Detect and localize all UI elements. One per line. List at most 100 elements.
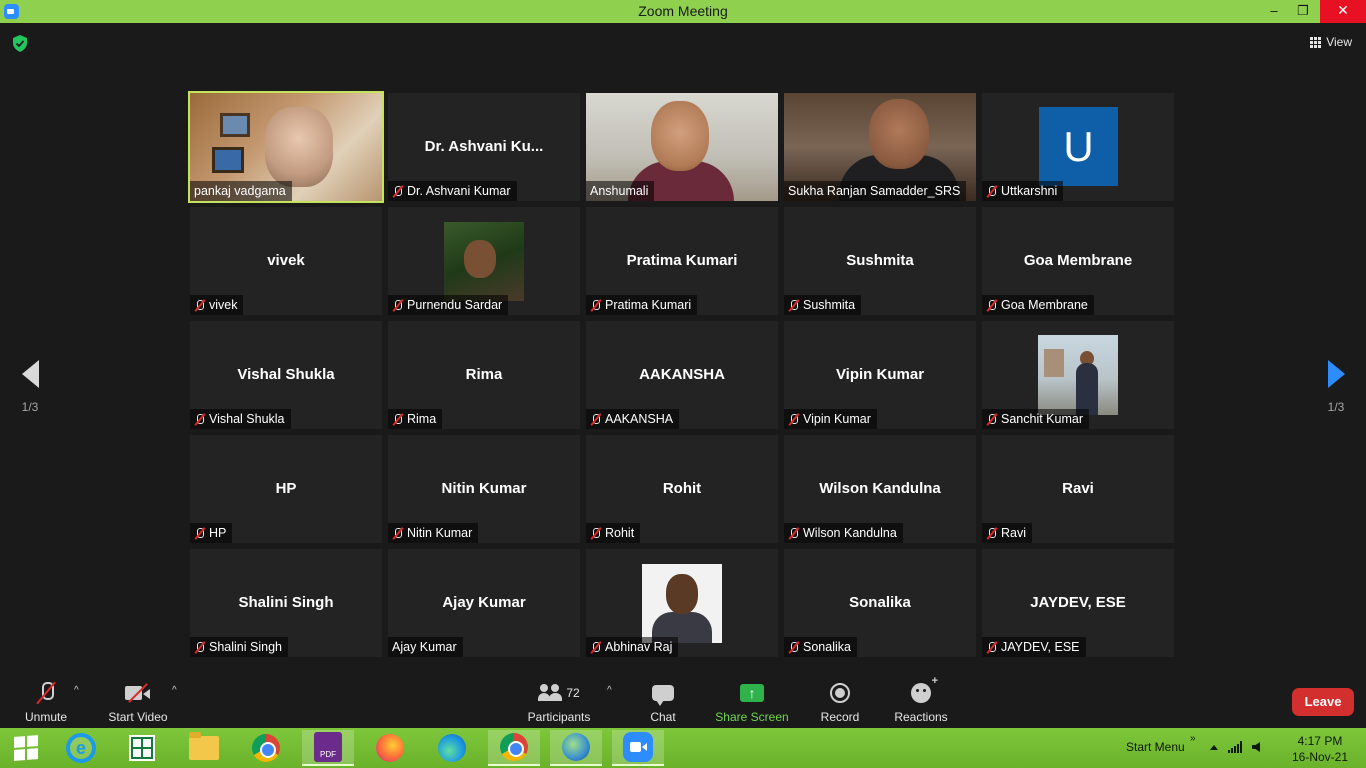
participant-display-name: Pratima Kumari [626, 252, 738, 269]
participant-tile[interactable]: Goa Membrane Goa Membrane [982, 207, 1174, 315]
participant-tile[interactable]: Sanchit Kumar [982, 321, 1174, 429]
taskbar-internet-explorer[interactable]: e [55, 730, 107, 766]
participant-avatar: U [1039, 107, 1118, 186]
start-menu-toolbar[interactable]: Start Menu [1126, 740, 1185, 754]
participant-display-name: AAKANSHA [639, 366, 725, 383]
participant-tile[interactable]: Ajay Kumar Ajay Kumar [388, 549, 580, 657]
participant-name-label: Ravi [982, 523, 1033, 543]
grid-view-icon [1310, 36, 1322, 48]
system-tray [1210, 741, 1262, 753]
video-options-caret[interactable]: ^ [172, 685, 177, 696]
taskbar-firefox[interactable] [364, 730, 416, 766]
start-button[interactable] [0, 730, 52, 766]
participant-name-label: Anshumali [586, 181, 655, 201]
participants-label: Participants [527, 710, 591, 724]
participant-tile[interactable]: Sukha Ranjan Samadder_SRS [784, 93, 976, 201]
taskbar-clock[interactable]: 4:17 PM 16-Nov-21 [1292, 733, 1348, 765]
participant-tile[interactable]: Rima Rima [388, 321, 580, 429]
arrow-left-icon [21, 360, 39, 388]
participant-name-label: AAKANSHA [586, 409, 680, 429]
taskbar-chrome-profile[interactable] [488, 730, 540, 766]
taskbar-chrome[interactable] [240, 730, 292, 766]
participant-tile[interactable]: Pratima Kumari Pratima Kumari [586, 207, 778, 315]
participant-name-label: Rima [388, 409, 443, 429]
network-signal-icon[interactable] [1228, 741, 1242, 753]
participant-display-name: Nitin Kumar [441, 480, 527, 497]
next-page-button[interactable]: 1/3 [1321, 360, 1351, 414]
participant-tile[interactable]: HP HP [190, 435, 382, 543]
participant-tile[interactable]: Wilson Kandulna Wilson Kandulna [784, 435, 976, 543]
reactions-button[interactable]: Reactions [890, 675, 952, 724]
windows-taskbar: e PDF Start Menu » 4:17 PM 16-Nov-21 [0, 728, 1366, 768]
taskbar-store[interactable] [116, 730, 168, 766]
participant-tile[interactable]: vivek vivek [190, 207, 382, 315]
participant-name-label: HP [190, 523, 233, 543]
participant-tile[interactable]: Ravi Ravi [982, 435, 1174, 543]
start-video-button[interactable]: Start Video [105, 680, 171, 724]
participant-tile[interactable]: Dr. Ashvani Ku... Dr. Ashvani Kumar [388, 93, 580, 201]
participant-tile[interactable]: Shalini Singh Shalini Singh [190, 549, 382, 657]
participant-tile[interactable]: Anshumali [586, 93, 778, 201]
clock-date: 16-Nov-21 [1291, 750, 1348, 764]
participant-display-name: Shalini Singh [238, 594, 334, 611]
participant-display-name: Ravi [1062, 480, 1094, 497]
participants-count: 72 [566, 686, 580, 700]
internet-explorer-icon: e [66, 733, 96, 763]
video-off-icon [125, 684, 151, 702]
participant-tile[interactable]: Vishal Shukla Vishal Shukla [190, 321, 382, 429]
participant-tile[interactable]: Vipin Kumar Vipin Kumar [784, 321, 976, 429]
participant-profile-photo [444, 222, 524, 301]
audio-options-caret[interactable]: ^ [74, 685, 79, 696]
muted-mic-icon [590, 413, 602, 426]
participant-tile[interactable]: Nitin Kumar Nitin Kumar [388, 435, 580, 543]
record-button[interactable]: Record [815, 680, 865, 724]
participant-display-name: Rohit [662, 480, 702, 497]
maximize-button[interactable]: ❐ [1289, 0, 1317, 23]
taskbar-zoom[interactable] [612, 730, 664, 766]
shield-icon[interactable] [12, 35, 28, 52]
participant-tile[interactable]: Abhinav Raj [586, 549, 778, 657]
participants-options-caret[interactable]: ^ [607, 685, 612, 696]
participant-name-label: Sushmita [784, 295, 862, 315]
chat-label: Chat [650, 710, 676, 724]
store-icon [129, 735, 155, 761]
chat-button[interactable]: Chat [643, 680, 683, 724]
leave-button[interactable]: Leave [1292, 688, 1354, 716]
page-indicator-right: 1/3 [1327, 400, 1345, 414]
participant-tile[interactable]: Purnendu Sardar [388, 207, 580, 315]
participant-display-name: Sonalika [849, 594, 911, 611]
muted-mic-icon [788, 413, 800, 426]
toolbar-chevron-icon[interactable]: » [1190, 733, 1196, 744]
taskbar-globe-app[interactable] [550, 730, 602, 766]
view-button[interactable]: View [1310, 35, 1352, 49]
muted-mic-icon [986, 527, 998, 540]
participant-tile[interactable]: JAYDEV, ESE JAYDEV, ESE [982, 549, 1174, 657]
previous-page-button[interactable]: 1/3 [15, 360, 45, 414]
participant-tile[interactable]: Rohit Rohit [586, 435, 778, 543]
chrome-icon [252, 734, 280, 762]
taskbar-edge[interactable] [426, 730, 478, 766]
muted-mic-icon [788, 527, 800, 540]
participant-tile[interactable]: U Uttkarshni [982, 93, 1174, 201]
show-hidden-icons-icon[interactable] [1210, 744, 1218, 750]
share-screen-button[interactable]: ↑ Share Screen [712, 680, 792, 724]
participants-button[interactable]: 72 Participants [523, 680, 595, 724]
edge-icon [438, 734, 466, 762]
taskbar-pdf-app[interactable]: PDF [302, 730, 354, 766]
muted-mic-icon [392, 527, 404, 540]
participant-tile[interactable]: AAKANSHA AAKANSHA [586, 321, 778, 429]
close-button[interactable]: ✕ [1320, 0, 1366, 23]
taskbar-file-explorer[interactable] [178, 730, 230, 766]
minimize-button[interactable]: – [1260, 0, 1288, 23]
unmute-button[interactable]: Unmute [20, 680, 72, 724]
participant-tile[interactable]: pankaj vadgama [188, 91, 384, 203]
participant-display-name: Vipin Kumar [835, 366, 925, 383]
participant-name-label: pankaj vadgama [190, 181, 292, 201]
arrow-right-icon [1327, 360, 1345, 388]
participant-tile[interactable]: Sushmita Sushmita [784, 207, 976, 315]
volume-icon[interactable] [1252, 742, 1260, 752]
participant-tile[interactable]: Sonalika Sonalika [784, 549, 976, 657]
record-label: Record [820, 710, 860, 724]
participant-profile-photo [642, 564, 722, 643]
globe-icon [562, 733, 590, 761]
